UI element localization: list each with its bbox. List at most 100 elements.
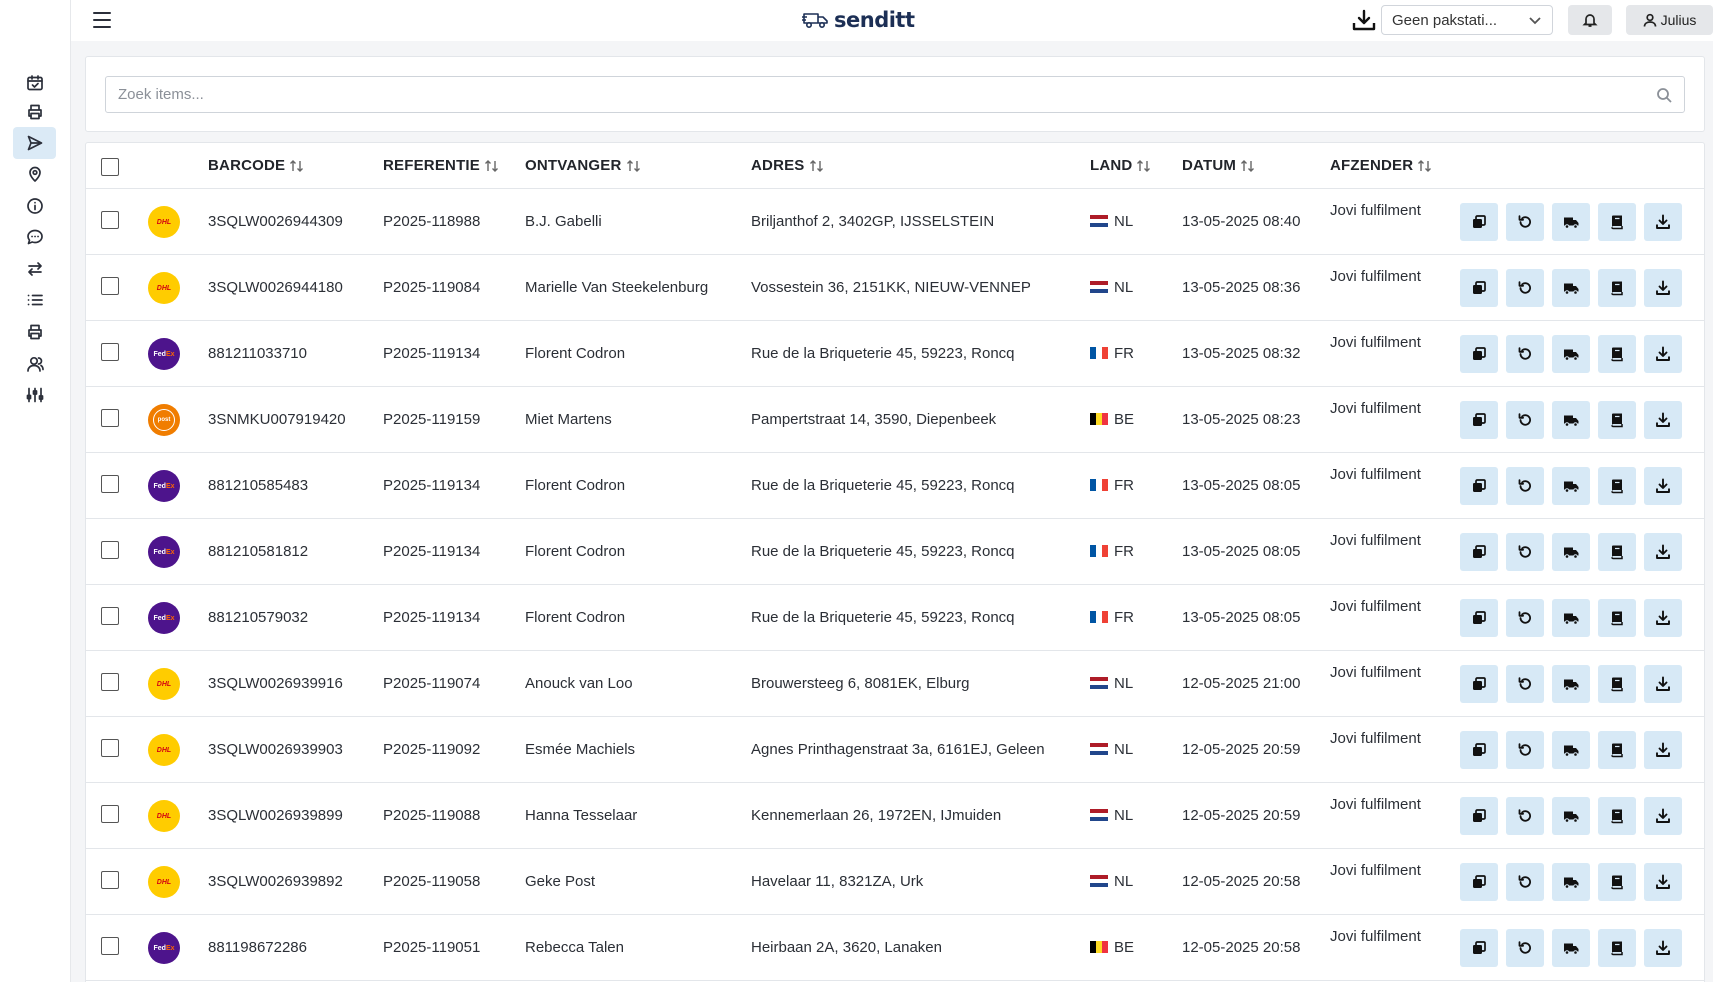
column-header-adres[interactable]: ADRES [751, 157, 824, 174]
table-row[interactable]: DHL 3SQLW0026939899 P2025-119088 Hanna Tess… [86, 783, 1704, 849]
truck-button[interactable] [1552, 269, 1590, 307]
return-button[interactable] [1506, 599, 1544, 637]
truck-button[interactable] [1552, 665, 1590, 703]
column-header-land[interactable]: LAND [1090, 157, 1151, 174]
table-row[interactable]: DHL 3SQLW0026944309 P2025-118988 B.J. Gabel… [86, 189, 1704, 255]
book-button[interactable] [1598, 797, 1636, 835]
download-button[interactable] [1644, 929, 1682, 967]
book-button[interactable] [1598, 731, 1636, 769]
cell-barcode[interactable]: 3SQLW0026944309 [208, 211, 343, 233]
sidebar-item-1[interactable] [13, 96, 56, 128]
download-button[interactable] [1644, 863, 1682, 901]
download-button[interactable] [1644, 467, 1682, 505]
book-button[interactable] [1598, 335, 1636, 373]
cell-barcode[interactable]: 881198672286 [208, 937, 307, 959]
duplicate-button[interactable] [1460, 731, 1498, 769]
duplicate-button[interactable] [1460, 335, 1498, 373]
search-icon[interactable] [1656, 87, 1672, 103]
sidebar-item-0[interactable] [13, 67, 56, 99]
row-checkbox[interactable] [101, 937, 119, 955]
duplicate-button[interactable] [1460, 467, 1498, 505]
cell-barcode[interactable]: 3SQLW0026939903 [208, 739, 343, 761]
download-button[interactable] [1644, 533, 1682, 571]
row-checkbox[interactable] [101, 343, 119, 361]
download-tray-icon[interactable] [1351, 8, 1377, 34]
book-button[interactable] [1598, 467, 1636, 505]
notifications-button[interactable] [1568, 5, 1612, 35]
cell-barcode[interactable]: 3SQLW0026939899 [208, 805, 343, 827]
row-checkbox[interactable] [101, 871, 119, 889]
table-row[interactable]: DHL 3SQLW0026939892 P2025-119058 Geke Post H… [86, 849, 1704, 915]
search-input[interactable] [118, 86, 1656, 103]
table-row[interactable]: DHL 3SQLW0026944180 P2025-119084 Marielle V… [86, 255, 1704, 321]
row-checkbox[interactable] [101, 277, 119, 295]
download-button[interactable] [1644, 401, 1682, 439]
cell-barcode[interactable]: 3SQLW0026944180 [208, 277, 343, 299]
truck-button[interactable] [1552, 929, 1590, 967]
cell-barcode[interactable]: 881211033710 [208, 343, 307, 365]
row-checkbox[interactable] [101, 409, 119, 427]
truck-button[interactable] [1552, 203, 1590, 241]
duplicate-button[interactable] [1460, 665, 1498, 703]
row-checkbox[interactable] [101, 739, 119, 757]
download-button[interactable] [1644, 731, 1682, 769]
truck-button[interactable] [1552, 863, 1590, 901]
duplicate-button[interactable] [1460, 929, 1498, 967]
sidebar-item-2[interactable] [13, 127, 56, 159]
row-checkbox[interactable] [101, 673, 119, 691]
sidebar-item-10[interactable] [13, 379, 56, 411]
book-button[interactable] [1598, 863, 1636, 901]
truck-button[interactable] [1552, 797, 1590, 835]
sidebar-item-5[interactable] [13, 221, 56, 253]
duplicate-button[interactable] [1460, 863, 1498, 901]
row-checkbox[interactable] [101, 805, 119, 823]
table-row[interactable]: DHL 3SQLW0026939916 P2025-119074 Anouck van… [86, 651, 1704, 717]
duplicate-button[interactable] [1460, 797, 1498, 835]
download-button[interactable] [1644, 335, 1682, 373]
return-button[interactable] [1506, 797, 1544, 835]
truck-button[interactable] [1552, 533, 1590, 571]
logo[interactable]: senditt [802, 6, 915, 34]
column-header-afzender[interactable]: AFZENDER [1330, 157, 1432, 174]
column-header-barcode[interactable]: BARCODE [208, 157, 304, 174]
duplicate-button[interactable] [1460, 533, 1498, 571]
duplicate-button[interactable] [1460, 599, 1498, 637]
book-button[interactable] [1598, 401, 1636, 439]
cell-barcode[interactable]: 881210581812 [208, 541, 308, 563]
sidebar-item-9[interactable] [13, 348, 56, 380]
table-row[interactable]: Fed Ex 881211033710 P2025-119134 Florent Cod… [86, 321, 1704, 387]
duplicate-button[interactable] [1460, 269, 1498, 307]
table-row[interactable]: Fed Ex 881210585483 P2025-119134 Florent Cod… [86, 453, 1704, 519]
book-button[interactable] [1598, 269, 1636, 307]
table-row[interactable]: post 3SNMKU007919420 P2025-119159 Miet Mart… [86, 387, 1704, 453]
book-button[interactable] [1598, 929, 1636, 967]
return-button[interactable] [1506, 929, 1544, 967]
download-button[interactable] [1644, 599, 1682, 637]
truck-button[interactable] [1552, 467, 1590, 505]
duplicate-button[interactable] [1460, 401, 1498, 439]
row-checkbox[interactable] [101, 607, 119, 625]
table-row[interactable]: Fed Ex 881198672286 P2025-119051 Rebecca Tal… [86, 915, 1704, 981]
cell-barcode[interactable]: 3SQLW0026939892 [208, 871, 343, 893]
return-button[interactable] [1506, 731, 1544, 769]
table-row[interactable]: Fed Ex 881210579032 P2025-119134 Florent Cod… [86, 585, 1704, 651]
table-row[interactable]: Fed Ex 881210581812 P2025-119134 Florent Cod… [86, 519, 1704, 585]
return-button[interactable] [1506, 203, 1544, 241]
row-checkbox[interactable] [101, 211, 119, 229]
return-button[interactable] [1506, 335, 1544, 373]
truck-button[interactable] [1552, 731, 1590, 769]
return-button[interactable] [1506, 401, 1544, 439]
return-button[interactable] [1506, 863, 1544, 901]
return-button[interactable] [1506, 665, 1544, 703]
sidebar-item-3[interactable] [13, 158, 56, 190]
table-row[interactable]: DHL 3SQLW0026939903 P2025-119092 Esmée Mach… [86, 717, 1704, 783]
download-button[interactable] [1644, 203, 1682, 241]
column-header-ontvanger[interactable]: ONTVANGER [525, 157, 641, 174]
truck-button[interactable] [1552, 599, 1590, 637]
truck-button[interactable] [1552, 401, 1590, 439]
column-header-referentie[interactable]: REFERENTIE [383, 157, 499, 174]
row-checkbox[interactable] [101, 475, 119, 493]
book-button[interactable] [1598, 203, 1636, 241]
return-button[interactable] [1506, 269, 1544, 307]
sidebar-item-4[interactable] [13, 190, 56, 222]
